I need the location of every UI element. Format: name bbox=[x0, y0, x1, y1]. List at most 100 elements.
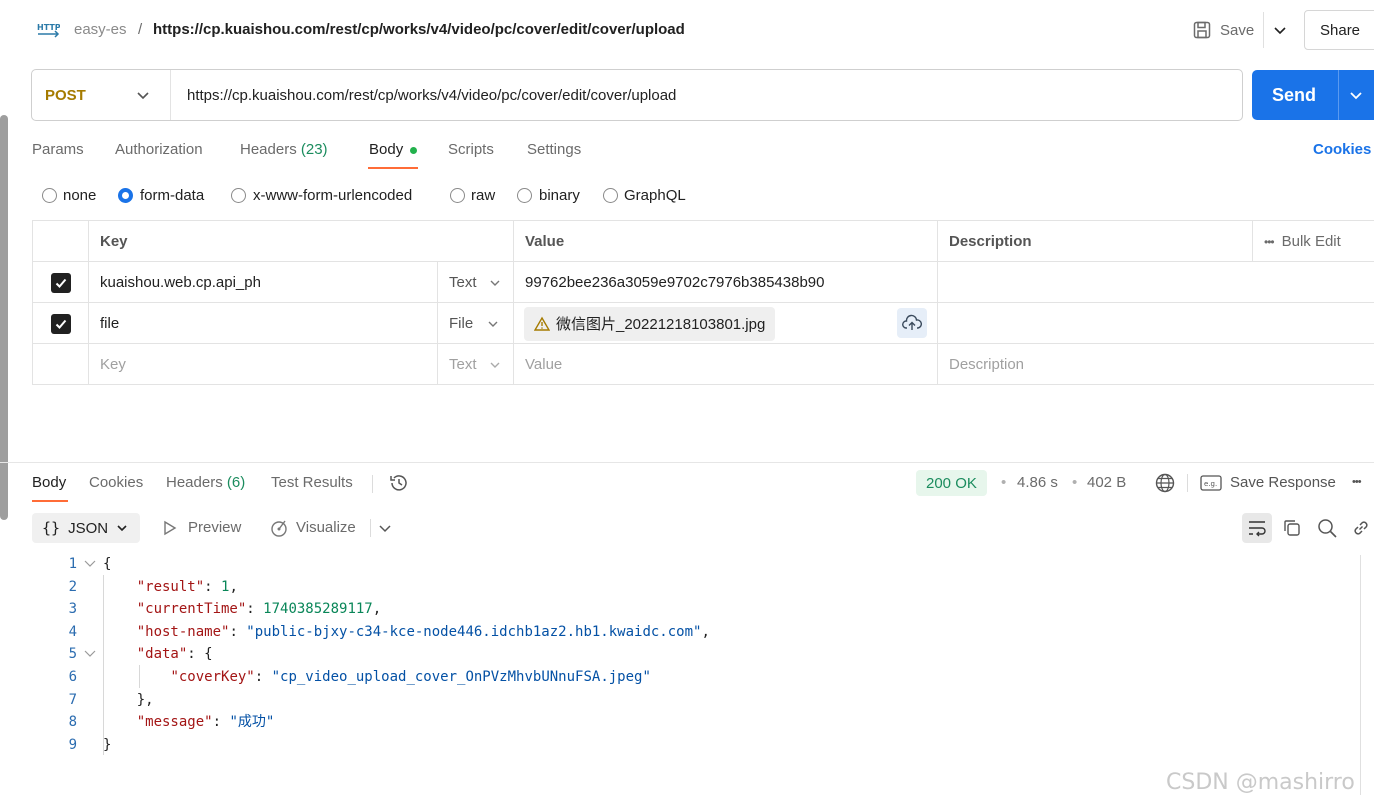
watermark: CSDN @mashirro bbox=[1166, 770, 1355, 795]
row-key[interactable]: file bbox=[88, 303, 437, 344]
new-value-input[interactable]: Value bbox=[513, 344, 937, 385]
row-type-select[interactable]: File bbox=[437, 303, 513, 344]
link-icon[interactable] bbox=[1351, 518, 1371, 538]
radio-binary[interactable] bbox=[517, 188, 532, 203]
active-tab-underline bbox=[368, 167, 418, 169]
bulk-edit-button[interactable]: ••• Bulk Edit bbox=[1252, 221, 1374, 262]
meta-separator: • bbox=[1072, 474, 1078, 491]
chevron-down-icon[interactable] bbox=[378, 521, 392, 535]
code-text: "data": { bbox=[136, 646, 213, 663]
save-response-button[interactable]: e.g. Save Response bbox=[1200, 474, 1336, 491]
code-line: 1 { bbox=[0, 553, 1374, 576]
radio-raw[interactable] bbox=[450, 188, 465, 203]
share-button[interactable]: Share bbox=[1304, 10, 1374, 50]
globe-icon[interactable] bbox=[1154, 472, 1176, 494]
code-line: 5 "data": { bbox=[0, 643, 1374, 666]
response-tab-cookies[interactable]: Cookies bbox=[89, 474, 143, 491]
tab-params[interactable]: Params bbox=[32, 141, 84, 158]
wrap-lines-icon bbox=[1249, 521, 1266, 537]
json-number: 1740385289117 bbox=[263, 601, 373, 618]
tab-scripts[interactable]: Scripts bbox=[448, 141, 494, 158]
send-options-chevron-icon[interactable] bbox=[1347, 86, 1365, 104]
table-row: kuaishou.web.cp.api_ph Text 99762bee236a… bbox=[32, 262, 1374, 303]
send-label[interactable]: Send bbox=[1272, 85, 1316, 106]
row-key[interactable]: kuaishou.web.cp.api_ph bbox=[88, 262, 437, 303]
fold-chevron-icon[interactable] bbox=[84, 559, 96, 569]
tab-headers[interactable]: Headers (23) bbox=[240, 141, 328, 158]
bulk-edit-label: Bulk Edit bbox=[1281, 233, 1341, 250]
new-key-input[interactable]: Key bbox=[88, 344, 437, 385]
left-scrollbar[interactable] bbox=[0, 115, 8, 520]
radio-form-data-label[interactable]: form-data bbox=[140, 187, 204, 204]
response-tab-headers[interactable]: Headers (6) bbox=[166, 474, 245, 491]
upload-file-button[interactable] bbox=[897, 308, 927, 338]
radio-none-label[interactable]: none bbox=[63, 187, 96, 204]
method-select[interactable]: POST bbox=[45, 87, 86, 104]
row-checkbox[interactable] bbox=[50, 272, 71, 293]
url-input[interactable]: https://cp.kuaishou.com/rest/cp/works/v4… bbox=[187, 87, 676, 104]
response-tab-headers-label: Headers bbox=[166, 474, 223, 491]
response-tab-body[interactable]: Body bbox=[32, 474, 66, 491]
save-button[interactable]: Save bbox=[1186, 10, 1260, 50]
breadcrumb-collection[interactable]: easy-es bbox=[74, 21, 127, 38]
meta-divider bbox=[1187, 474, 1188, 492]
radio-graphql[interactable] bbox=[603, 188, 618, 203]
visualize-button[interactable]: Visualize bbox=[296, 519, 356, 536]
chevron-down-icon bbox=[1274, 27, 1286, 35]
cookies-link[interactable]: Cookies bbox=[1313, 141, 1371, 158]
line-number: 6 bbox=[68, 668, 77, 685]
file-name: 微信图片_20221218103801.jpg bbox=[556, 316, 766, 333]
radio-urlencoded-label[interactable]: x-www-form-urlencoded bbox=[253, 187, 412, 204]
new-description-input[interactable]: Description bbox=[937, 344, 1374, 385]
code-text: "result": 1, bbox=[136, 578, 238, 595]
tabs-divider bbox=[372, 475, 373, 493]
more-options-icon[interactable]: ••• bbox=[1352, 476, 1362, 488]
search-icon[interactable] bbox=[1316, 517, 1338, 539]
response-headers-count: (6) bbox=[226, 474, 246, 491]
history-icon[interactable] bbox=[388, 472, 410, 494]
code-text: "coverKey": "cp_video_upload_cover_OnPVz… bbox=[170, 668, 651, 685]
request-title[interactable]: https://cp.kuaishou.com/rest/cp/works/v4… bbox=[153, 21, 685, 38]
play-icon[interactable] bbox=[163, 520, 177, 536]
row-type-select[interactable]: Text bbox=[437, 262, 513, 303]
radio-binary-label[interactable]: binary bbox=[539, 187, 580, 204]
checkmark-icon bbox=[55, 319, 66, 329]
tab-settings[interactable]: Settings bbox=[527, 141, 581, 158]
wrap-lines-button[interactable] bbox=[1242, 513, 1272, 543]
panel-divider[interactable] bbox=[0, 462, 1374, 463]
braces-icon: {} bbox=[42, 519, 61, 537]
fold-chevron-icon[interactable] bbox=[84, 649, 96, 659]
row-description[interactable] bbox=[937, 303, 1374, 344]
line-number: 9 bbox=[68, 736, 77, 753]
radio-form-data[interactable] bbox=[118, 188, 133, 203]
radio-graphql-label[interactable]: GraphQL bbox=[624, 187, 686, 204]
row-value-file: 微信图片_20221218103801.jpg bbox=[513, 303, 937, 344]
row-type-label: File bbox=[449, 315, 474, 332]
response-json-viewer[interactable]: 1 { 2 "result": 1, 3 "currentTime": 1740… bbox=[0, 553, 1374, 756]
response-size[interactable]: 402 B bbox=[1087, 474, 1126, 491]
row-value[interactable]: 99762bee236a3059e9702c7976b385438b90 bbox=[513, 262, 937, 303]
row-description[interactable] bbox=[937, 262, 1374, 303]
copy-icon[interactable] bbox=[1282, 518, 1302, 538]
row-checkbox[interactable] bbox=[50, 313, 71, 334]
tab-authorization[interactable]: Authorization bbox=[115, 141, 203, 158]
code-line: 6 "coverKey": "cp_video_upload_cover_OnP… bbox=[0, 666, 1374, 689]
new-type-select[interactable]: Text bbox=[437, 344, 513, 385]
radio-raw-label[interactable]: raw bbox=[471, 187, 495, 204]
chevron-down-icon[interactable] bbox=[134, 86, 152, 104]
radio-none[interactable] bbox=[42, 188, 57, 203]
response-time[interactable]: 4.86 s bbox=[1017, 474, 1058, 491]
response-tab-test-results[interactable]: Test Results bbox=[271, 474, 353, 491]
format-select[interactable]: {} JSON bbox=[32, 513, 140, 543]
code-text: "host-name": "public-bjxy-c34-kce-node44… bbox=[136, 623, 710, 640]
json-key: "currentTime" bbox=[136, 601, 247, 618]
editor-scroll-rail[interactable] bbox=[1360, 555, 1361, 795]
preview-button[interactable]: Preview bbox=[188, 519, 241, 536]
tab-body[interactable]: Body bbox=[369, 141, 403, 158]
status-badge[interactable]: 200 OK bbox=[916, 470, 987, 496]
visualize-icon[interactable] bbox=[270, 518, 290, 538]
save-options-button[interactable] bbox=[1268, 18, 1292, 42]
file-chip[interactable]: 微信图片_20221218103801.jpg bbox=[524, 306, 776, 341]
radio-urlencoded[interactable] bbox=[231, 188, 246, 203]
json-string: "public-bjxy-c34-kce-node446.idchb1az2.h… bbox=[246, 623, 702, 640]
